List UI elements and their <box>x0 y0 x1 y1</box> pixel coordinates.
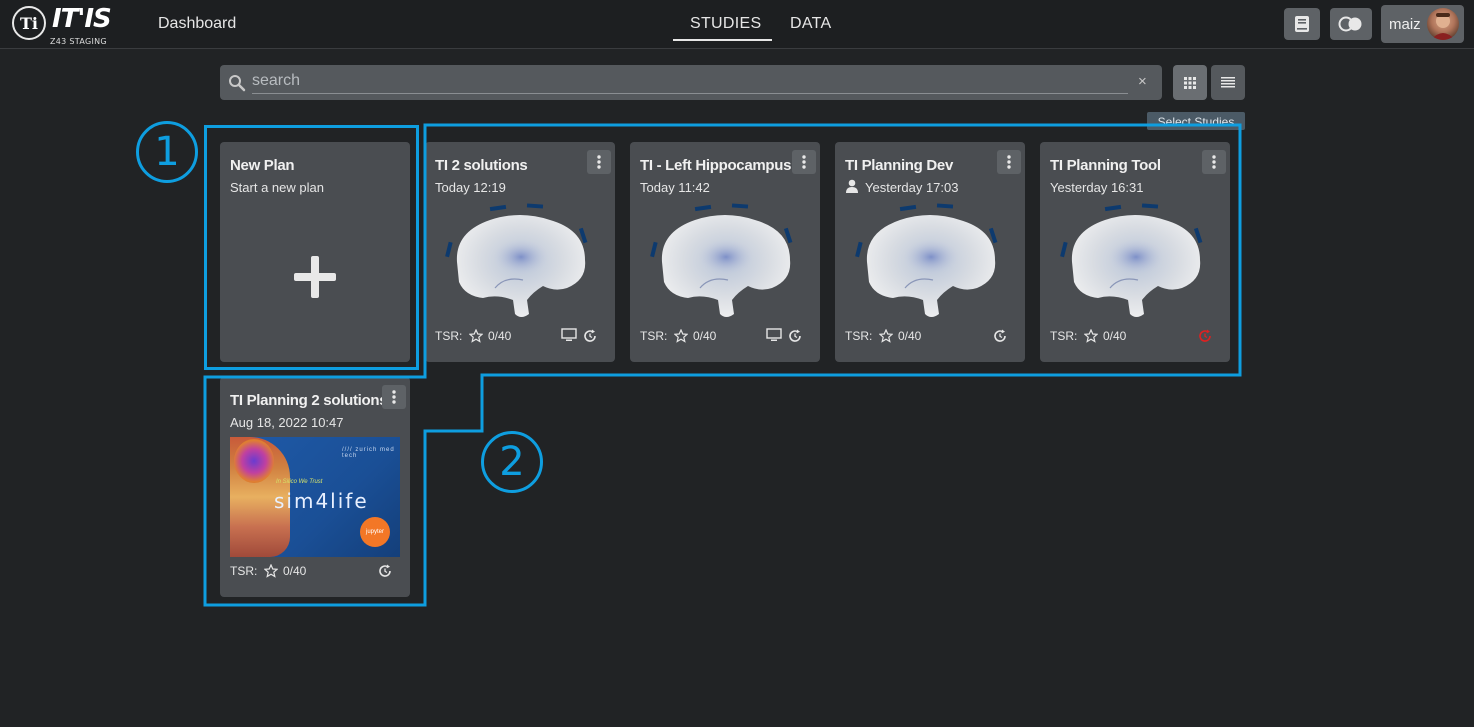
theme-toggle-button[interactable] <box>1330 8 1372 40</box>
itis-logo[interactable]: Ti IT'IS Z43 STAGING <box>12 4 112 46</box>
clear-search-button[interactable]: × <box>1138 73 1147 90</box>
avatar <box>1427 8 1459 40</box>
active-tab-indicator <box>673 39 772 41</box>
annotation-number-1: 1 <box>136 121 198 183</box>
tab-studies[interactable]: STUDIES <box>690 15 761 33</box>
itis-wordmark: IT'IS <box>52 4 112 34</box>
list-view-button[interactable] <box>1211 65 1245 100</box>
grid-icon <box>1184 76 1196 89</box>
search-input[interactable] <box>252 69 1128 94</box>
book-icon <box>1295 16 1309 32</box>
environment-label: Z43 STAGING <box>50 37 107 46</box>
tab-data[interactable]: DATA <box>790 15 832 33</box>
manual-button[interactable] <box>1284 8 1320 40</box>
search-icon <box>229 75 246 92</box>
search-bar: × <box>220 65 1162 100</box>
top-bar: Ti IT'IS Z43 STAGING Dashboard STUDIES D… <box>0 0 1474 49</box>
dashboard-link[interactable]: Dashboard <box>158 15 236 33</box>
list-icon <box>1221 77 1235 88</box>
grid-view-button[interactable] <box>1173 65 1207 100</box>
annotation-number-2: 2 <box>481 431 543 493</box>
user-menu-button[interactable]: maiz <box>1381 5 1464 43</box>
annotation-outline-2 <box>203 123 1242 607</box>
user-name: maiz <box>1389 16 1421 33</box>
theme-toggle-icon <box>1338 16 1362 32</box>
ti-logo-mark: Ti <box>12 6 46 40</box>
